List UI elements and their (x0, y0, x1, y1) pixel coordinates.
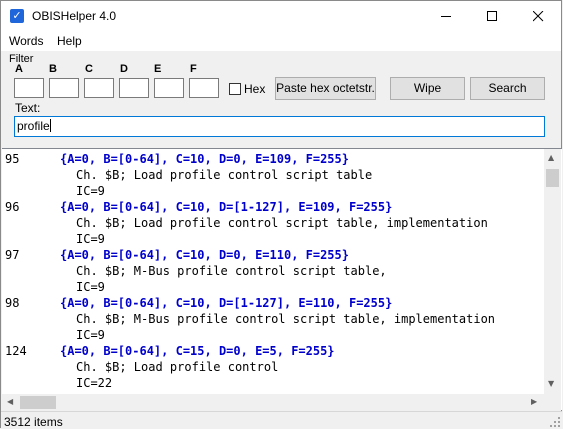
close-button[interactable] (515, 1, 561, 32)
menu-bar: Words Help (1, 32, 561, 51)
item-count: 3512 items (4, 415, 63, 429)
scrollbar-corner (544, 394, 561, 410)
vertical-scroll-thumb[interactable] (546, 169, 559, 187)
app-icon: ✓ (10, 9, 24, 23)
menu-words[interactable]: Words (9, 34, 43, 48)
scroll-up-icon[interactable]: ▲ (548, 154, 554, 162)
item-obis-pattern: {A=0, B=[0-64], C=10, D=[1-127], E=109, … (60, 200, 393, 214)
vertical-scrollbar[interactable]: ▲ ▼ (544, 149, 561, 394)
close-icon (532, 11, 543, 22)
text-caret (49, 119, 51, 132)
maximize-button[interactable] (469, 1, 515, 32)
filter-a-input[interactable] (14, 78, 44, 98)
column-f-label: F (190, 63, 197, 75)
item-interface-class: IC=9 (76, 280, 105, 294)
column-b-label: B (49, 63, 57, 75)
minimize-icon (440, 16, 451, 17)
filter-f-input[interactable] (189, 78, 219, 98)
maximize-icon (486, 11, 497, 21)
item-id: 96 (5, 200, 20, 214)
scroll-down-icon[interactable]: ▼ (548, 380, 554, 388)
column-d-label: D (120, 63, 128, 75)
item-id: 124 (5, 344, 27, 358)
app-window: ✓ OBISHelper 4.0 Words Help Filter A B C… (0, 0, 562, 429)
hex-label: Hex (244, 82, 266, 96)
item-id: 97 (5, 248, 20, 262)
text-search-input[interactable]: profile (14, 116, 545, 137)
item-description: Ch. $B; M-Bus profile control script tab… (76, 264, 387, 278)
filter-b-input[interactable] (49, 78, 79, 98)
status-bar: 3512 items (1, 411, 562, 429)
column-c-label: C (85, 63, 93, 75)
item-description: Ch. $B; Load profile control script tabl… (76, 168, 373, 182)
item-interface-class: IC=9 (76, 232, 105, 246)
item-interface-class: IC=22 (76, 376, 113, 390)
text-label: Text: (15, 101, 41, 115)
item-id: 98 (5, 296, 20, 310)
minimize-button[interactable] (423, 1, 469, 32)
wipe-button[interactable]: Wipe (390, 77, 465, 100)
results-list[interactable]: 95 {A=0, B=[0-64], C=10, D=0, E=109, F=2… (2, 148, 562, 410)
item-interface-class: IC=9 (76, 184, 105, 198)
item-obis-pattern: {A=0, B=[0-64], C=10, D=[1-127], E=110, … (60, 296, 393, 310)
item-description: Ch. $B; Load profile control script tabl… (76, 216, 488, 230)
item-obis-pattern: {A=0, B=[0-64], C=15, D=0, E=5, F=255} (60, 344, 335, 358)
menu-help[interactable]: Help (57, 34, 82, 48)
text-search-value: profile (17, 119, 50, 133)
item-description: Ch. $B; M-Bus profile control script tab… (76, 312, 496, 326)
scroll-left-icon[interactable]: ◀ (7, 398, 13, 406)
horizontal-scroll-thumb[interactable] (20, 396, 56, 409)
column-a-label: A (15, 63, 23, 75)
filter-c-input[interactable] (84, 78, 114, 98)
title-bar[interactable]: ✓ OBISHelper 4.0 (1, 1, 561, 32)
item-description: Ch. $B; Load profile control (76, 360, 279, 374)
horizontal-scrollbar[interactable]: ◀ ▶ (2, 394, 544, 410)
filter-e-input[interactable] (154, 78, 184, 98)
resize-grip-icon[interactable] (550, 417, 560, 427)
item-id: 95 (5, 152, 20, 166)
search-button[interactable]: Search (470, 77, 545, 100)
window-title: OBISHelper 4.0 (32, 9, 117, 23)
scroll-right-icon[interactable]: ▶ (531, 398, 537, 406)
column-e-label: E (154, 63, 162, 75)
filter-d-input[interactable] (119, 78, 149, 98)
paste-hex-button[interactable]: Paste hex octetstr. (275, 77, 376, 100)
item-obis-pattern: {A=0, B=[0-64], C=10, D=0, E=110, F=255} (60, 248, 349, 262)
hex-checkbox[interactable] (229, 83, 241, 95)
item-interface-class: IC=9 (76, 328, 105, 342)
item-obis-pattern: {A=0, B=[0-64], C=10, D=0, E=109, F=255} (60, 152, 349, 166)
